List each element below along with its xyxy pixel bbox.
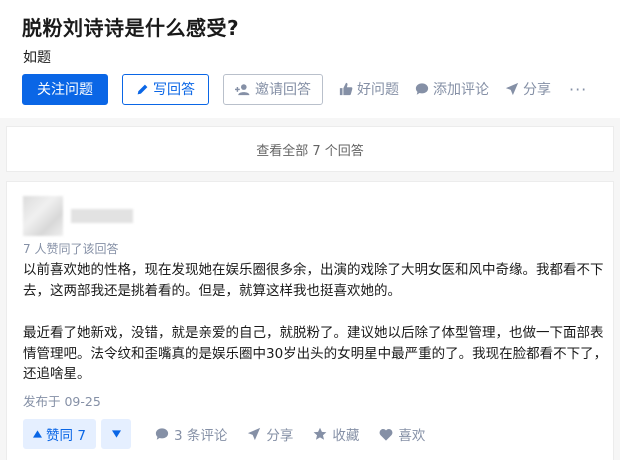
question-detail: 如题 xyxy=(23,50,51,66)
triangle-up-icon xyxy=(33,430,43,438)
heart-icon xyxy=(379,428,393,441)
avatar[interactable] xyxy=(23,196,63,236)
question-actions: 关注问题 写回答 邀请回答 好问题 添加评论 分享 ··· xyxy=(22,73,587,105)
question-header: 脱粉刘诗诗是什么感受? 如题 关注问题 写回答 邀请回答 好问题 添加评论 分享… xyxy=(0,0,620,118)
share-label: 分享 xyxy=(523,82,551,98)
invite-answer-button[interactable]: 邀请回答 xyxy=(223,73,323,105)
star-icon xyxy=(314,427,327,440)
author-info[interactable] xyxy=(23,196,133,236)
follow-question-label: 关注问题 xyxy=(37,82,93,98)
answer-content: 以前喜欢她的性格，现在发现她在娱乐圈很多余，出演的戏除了大明女医和风中奇缘。我都… xyxy=(23,260,609,385)
add-comment-button[interactable]: 添加评论 xyxy=(415,79,489,99)
write-answer-label: 写回答 xyxy=(153,82,195,98)
vote-up-button[interactable]: 赞同 7 xyxy=(23,419,96,449)
answer-card: 7 人赞同了该回答 以前喜欢她的性格，现在发现她在娱乐圈很多余，出演的戏除了大明… xyxy=(6,181,614,460)
comment-icon xyxy=(415,83,429,95)
invite-answer-label: 邀请回答 xyxy=(255,82,311,98)
published-date: 发布于 09-25 xyxy=(23,394,101,409)
comment-icon xyxy=(155,428,169,440)
comments-label: 3 条评论 xyxy=(174,428,228,444)
comments-button[interactable]: 3 条评论 xyxy=(155,424,227,444)
view-all-answers-link[interactable]: 查看全部 7 个回答 xyxy=(6,126,614,172)
vote-up-label: 赞同 7 xyxy=(46,428,86,444)
thumbs-up-icon xyxy=(339,82,353,96)
write-answer-button[interactable]: 写回答 xyxy=(122,73,209,105)
answer-paragraph: 以前喜欢她的性格，现在发现她在娱乐圈很多余，出演的戏除了大明女医和风中奇缘。我都… xyxy=(23,262,604,299)
good-question-label: 好问题 xyxy=(357,82,399,98)
answer-actions: 赞同 7 3 条评论 分享 收藏 喜欢 xyxy=(23,418,425,450)
share-answer-button[interactable]: 分享 xyxy=(247,424,293,444)
share-icon xyxy=(505,82,519,96)
good-question-button[interactable]: 好问题 xyxy=(339,79,399,99)
like-label: 喜欢 xyxy=(398,428,426,444)
like-button[interactable]: 喜欢 xyxy=(379,424,425,444)
share-icon xyxy=(248,427,261,441)
upvote-summary: 7 人赞同了该回答 xyxy=(23,242,119,256)
share-answer-label: 分享 xyxy=(266,428,294,444)
favorite-button[interactable]: 收藏 xyxy=(313,424,359,444)
pencil-icon xyxy=(137,84,148,94)
add-user-icon xyxy=(235,83,250,95)
more-options-button[interactable]: ··· xyxy=(569,80,587,99)
favorite-label: 收藏 xyxy=(332,428,360,444)
triangle-down-icon xyxy=(111,430,121,438)
author-name-blurred[interactable] xyxy=(71,209,133,223)
vote-down-button[interactable] xyxy=(101,419,131,449)
follow-question-button[interactable]: 关注问题 xyxy=(22,73,108,105)
add-comment-label: 添加评论 xyxy=(433,82,489,98)
question-title: 脱粉刘诗诗是什么感受? xyxy=(22,16,240,40)
share-button[interactable]: 分享 xyxy=(505,79,551,99)
answer-paragraph: 最近看了她新戏，没错，就是亲爱的自己，就脱粉了。建议她以后除了体型管理，也做一下… xyxy=(23,325,608,382)
